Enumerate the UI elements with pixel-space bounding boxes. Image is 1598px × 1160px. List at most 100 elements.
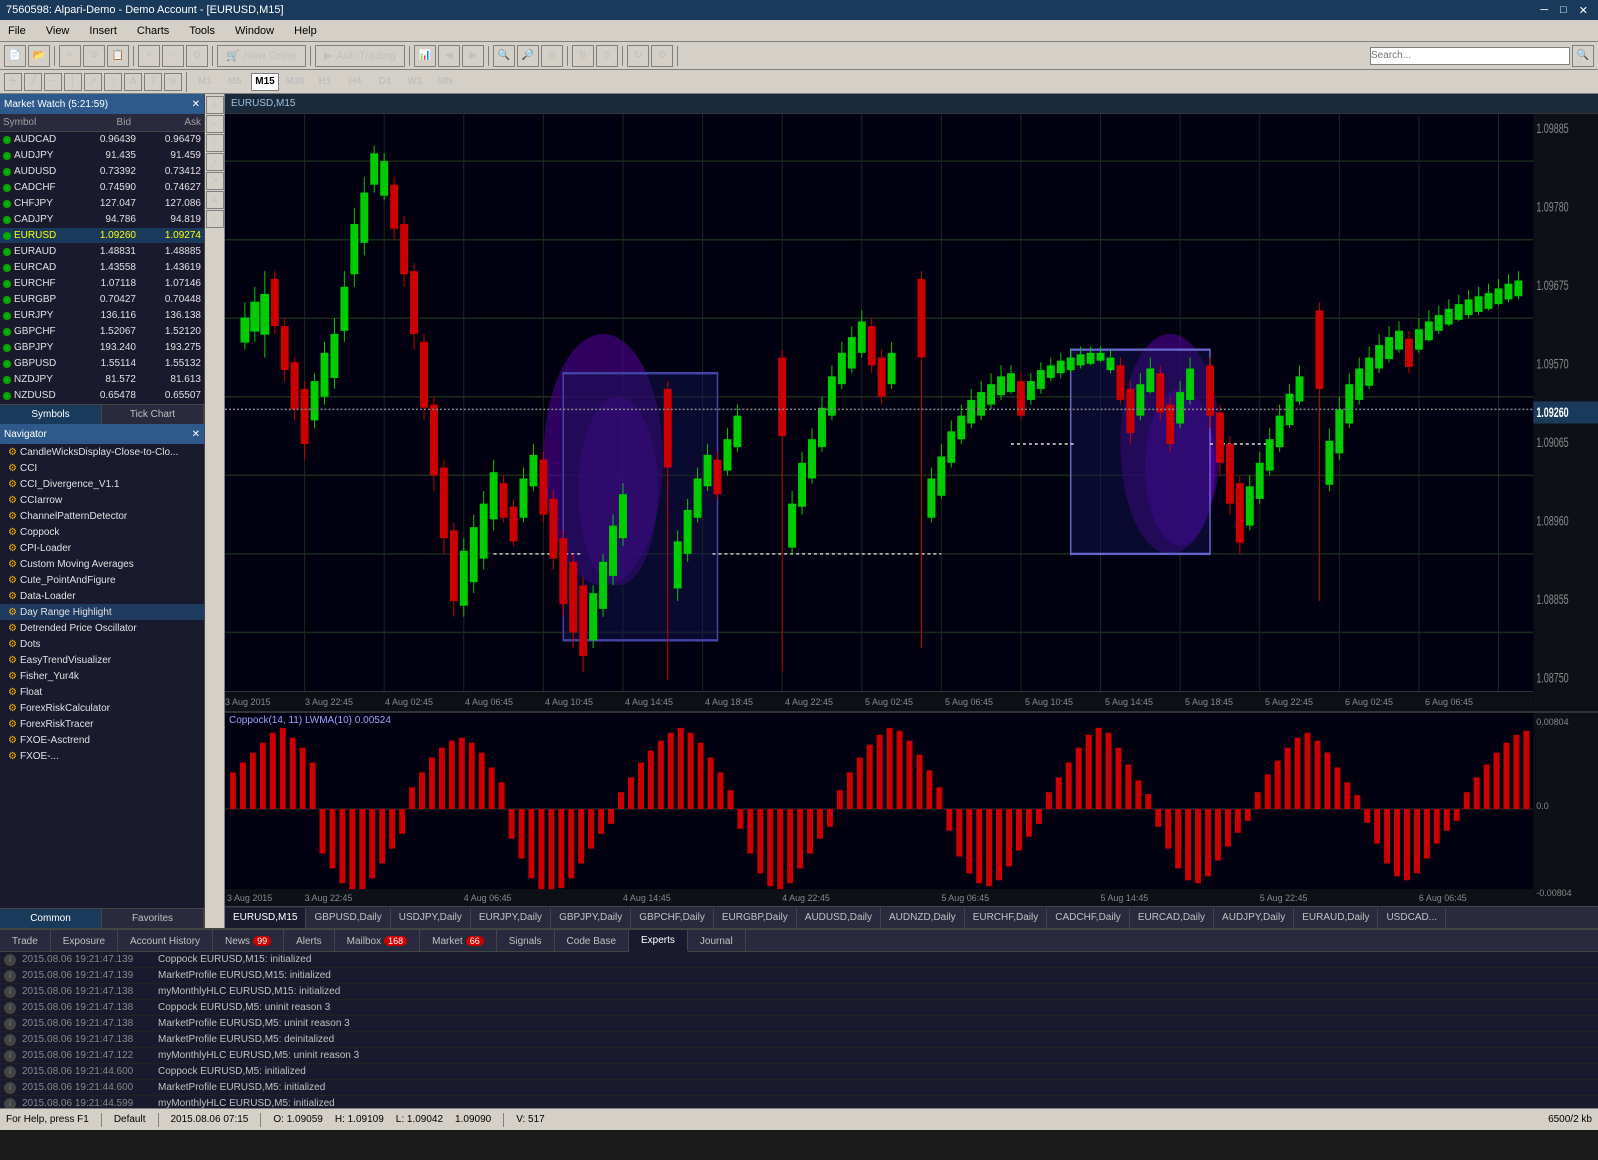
tf-h1[interactable]: H1 bbox=[311, 73, 339, 91]
chart-tab-audnzd-daily[interactable]: AUDNZD,Daily bbox=[881, 908, 965, 928]
chart-tab-eurjpy-daily[interactable]: EURJPY,Daily bbox=[471, 908, 551, 928]
line-btn[interactable]: ╱ bbox=[24, 73, 42, 91]
nav-item-coppock[interactable]: ⚙ Coppock bbox=[0, 524, 204, 540]
vline-btn[interactable]: │ bbox=[64, 73, 82, 91]
nav-item-customma[interactable]: ⚙ Custom Moving Averages bbox=[0, 556, 204, 572]
menu-window[interactable]: Window bbox=[231, 23, 278, 39]
nav-item-fxoe-more[interactable]: ⚙ FXOE-... bbox=[0, 748, 204, 764]
tf-m1[interactable]: M1 bbox=[191, 73, 219, 91]
menu-charts[interactable]: Charts bbox=[133, 23, 173, 39]
log-row-10[interactable]: i 2015.08.06 19:21:44.599 myMonthlyHLC E… bbox=[0, 1096, 1598, 1108]
mw-row-euraud[interactable]: EURAUD 1.48831 1.48885 bbox=[0, 244, 204, 260]
tf-m5[interactable]: M5 bbox=[221, 73, 249, 91]
chart-tab-usdcad[interactable]: USDCAD... bbox=[1378, 908, 1446, 928]
log-row-1[interactable]: i 2015.08.06 19:21:47.139 Coppock EURUSD… bbox=[0, 952, 1598, 968]
nav-item-dayrange[interactable]: ⚙ Day Range Highlight bbox=[0, 604, 204, 620]
chart-tab-audusd-daily[interactable]: AUDUSD,Daily bbox=[797, 908, 881, 928]
nav-item-fxoe-asctrend[interactable]: ⚙ FXOE-Asctrend bbox=[0, 732, 204, 748]
settings-btn[interactable]: ⚙ bbox=[651, 45, 673, 67]
open-btn[interactable]: 📂 bbox=[28, 45, 50, 67]
chart-tab-usdjpy-daily[interactable]: USDJPY,Daily bbox=[391, 908, 471, 928]
mw-row-cadchf[interactable]: CADCHF 0.74590 0.74627 bbox=[0, 180, 204, 196]
properties-btn[interactable]: ⚙ bbox=[186, 45, 208, 67]
mw-row-cadjpy[interactable]: CADJPY 94.786 94.819 bbox=[0, 212, 204, 228]
full-btn[interactable]: ⊞ bbox=[541, 45, 563, 67]
nav-item-cci[interactable]: ⚙ CCI bbox=[0, 460, 204, 476]
menu-file[interactable]: File bbox=[4, 23, 30, 39]
log-row-3[interactable]: i 2015.08.06 19:21:47.138 myMonthlyHLC E… bbox=[0, 984, 1598, 1000]
forward-btn[interactable]: ▶ bbox=[462, 45, 484, 67]
mw-row-audusd[interactable]: AUDUSD 0.73392 0.73412 bbox=[0, 164, 204, 180]
close-btn[interactable]: ✕ bbox=[1575, 4, 1592, 17]
tf-m15[interactable]: M15 bbox=[251, 73, 279, 91]
minimize-btn[interactable]: ─ bbox=[1536, 4, 1552, 17]
mw-row-gbpjpy[interactable]: GBPJPY 193.240 193.275 bbox=[0, 340, 204, 356]
log-row-4[interactable]: i 2015.08.06 19:21:47.138 Coppock EURUSD… bbox=[0, 1000, 1598, 1016]
mw-tab-symbols[interactable]: Symbols bbox=[0, 405, 102, 424]
term-tab-experts[interactable]: Experts bbox=[629, 930, 688, 952]
autotrading-button[interactable]: ▶ AutoTrading bbox=[315, 45, 405, 67]
cut-btn[interactable]: ✂ bbox=[59, 45, 81, 67]
mw-row-eurcad[interactable]: EURCAD 1.43558 1.43619 bbox=[0, 260, 204, 276]
nav-item-forexrisktracer[interactable]: ⚙ ForexRiskTracer bbox=[0, 716, 204, 732]
hline-v-btn[interactable]: ─ bbox=[206, 115, 224, 133]
history-btn[interactable]: 📊 bbox=[414, 45, 436, 67]
term-tab-journal[interactable]: Journal bbox=[688, 930, 746, 952]
log-row-5[interactable]: i 2015.08.06 19:21:47.138 MarketProfile … bbox=[0, 1016, 1598, 1032]
mw-row-audjpy[interactable]: AUDJPY 91.435 91.459 bbox=[0, 148, 204, 164]
nav-item-forexriskcalc[interactable]: ⚙ ForexRiskCalculator bbox=[0, 700, 204, 716]
chart-tab-eurgbp-daily[interactable]: EURGBP,Daily bbox=[714, 908, 797, 928]
term-tab-account-history[interactable]: Account History bbox=[118, 930, 213, 952]
log-row-2[interactable]: i 2015.08.06 19:21:47.139 MarketProfile … bbox=[0, 968, 1598, 984]
chart-tab-euraud-daily[interactable]: EURAUD,Daily bbox=[1294, 908, 1378, 928]
hline-btn[interactable]: ─ bbox=[44, 73, 62, 91]
nav-item-detrended[interactable]: ⚙ Detrended Price Oscillator bbox=[0, 620, 204, 636]
ray-v-btn[interactable]: ↗ bbox=[206, 172, 224, 190]
text-btn[interactable]: A bbox=[124, 73, 142, 91]
zoom-a-btn[interactable]: 🔍 bbox=[493, 45, 515, 67]
chart-tab-audjpy-daily[interactable]: AUDJPY,Daily bbox=[1214, 908, 1294, 928]
tf-w1[interactable]: W1 bbox=[401, 73, 429, 91]
zoom-b-btn[interactable]: 🔎 bbox=[517, 45, 539, 67]
mw-row-eurusd[interactable]: EURUSD 1.09260 1.09274 bbox=[0, 228, 204, 244]
tf-mn[interactable]: MN bbox=[431, 73, 459, 91]
ray-btn[interactable]: ↗ bbox=[84, 73, 102, 91]
market-watch-close[interactable]: ✕ bbox=[192, 99, 200, 110]
nav-item-cciarrow[interactable]: ⚙ CCIarrow bbox=[0, 492, 204, 508]
chart-tab-gbpjpy-daily[interactable]: GBPJPY,Daily bbox=[551, 908, 631, 928]
chart-tab-gbpchf-daily[interactable]: GBPCHF,Daily bbox=[631, 908, 714, 928]
tf-d1[interactable]: D1 bbox=[371, 73, 399, 91]
nav-item-easytrendviz[interactable]: ⚙ EasyTrendVisualizer bbox=[0, 652, 204, 668]
maximize-btn[interactable]: □ bbox=[1556, 4, 1571, 17]
nav-item-fisher[interactable]: ⚙ Fisher_Yur4k bbox=[0, 668, 204, 684]
chart-tab-eurusd-m15[interactable]: EURUSD,M15 bbox=[225, 908, 306, 928]
mw-row-eurchf[interactable]: EURCHF 1.07118 1.07146 bbox=[0, 276, 204, 292]
new-order-button[interactable]: 🛒 New Order bbox=[217, 45, 306, 67]
nav-item-float[interactable]: ⚙ Float bbox=[0, 684, 204, 700]
log-row-6[interactable]: i 2015.08.06 19:21:47.138 MarketProfile … bbox=[0, 1032, 1598, 1048]
log-row-7[interactable]: i 2015.08.06 19:21:47.122 myMonthlyHLC E… bbox=[0, 1048, 1598, 1064]
log-row-8[interactable]: i 2015.08.06 19:21:44.600 Coppock EURUSD… bbox=[0, 1064, 1598, 1080]
menu-help[interactable]: Help bbox=[290, 23, 321, 39]
fib-btn[interactable]: ≋ bbox=[164, 73, 182, 91]
term-tab-code-base[interactable]: Code Base bbox=[555, 930, 629, 952]
chart-tab-eurchf-daily[interactable]: EURCHF,Daily bbox=[965, 908, 1048, 928]
paste-btn[interactable]: 📋 bbox=[107, 45, 129, 67]
term-tab-mailbox[interactable]: Mailbox 168 bbox=[335, 930, 421, 952]
zoom-out-btn[interactable]: − bbox=[162, 45, 184, 67]
arrow-btn[interactable]: ↑ bbox=[104, 73, 122, 91]
refresh-btn[interactable]: ↻ bbox=[627, 45, 649, 67]
new-chart-btn[interactable]: 📄 bbox=[4, 45, 26, 67]
chart-tab-cadchf-daily[interactable]: CADCHF,Daily bbox=[1047, 908, 1130, 928]
tf-h4[interactable]: H4 bbox=[341, 73, 369, 91]
log-row-9[interactable]: i 2015.08.06 19:21:44.600 MarketProfile … bbox=[0, 1080, 1598, 1096]
buy-btn[interactable]: B bbox=[572, 45, 594, 67]
nav-item-channelpattern[interactable]: ⚙ ChannelPatternDetector bbox=[0, 508, 204, 524]
tf-m30[interactable]: M30 bbox=[281, 73, 309, 91]
line-v-btn[interactable]: ╱ bbox=[206, 153, 224, 171]
menu-view[interactable]: View bbox=[42, 23, 74, 39]
crosshair-btn[interactable]: ✛ bbox=[4, 73, 22, 91]
chart-tab-eurcad-daily[interactable]: EURCAD,Daily bbox=[1130, 908, 1214, 928]
nav-item-candlewicksdisplay[interactable]: ⚙ CandleWicksDisplay-Close-to-Clo... bbox=[0, 444, 204, 460]
vline-v-btn[interactable]: │ bbox=[206, 134, 224, 152]
